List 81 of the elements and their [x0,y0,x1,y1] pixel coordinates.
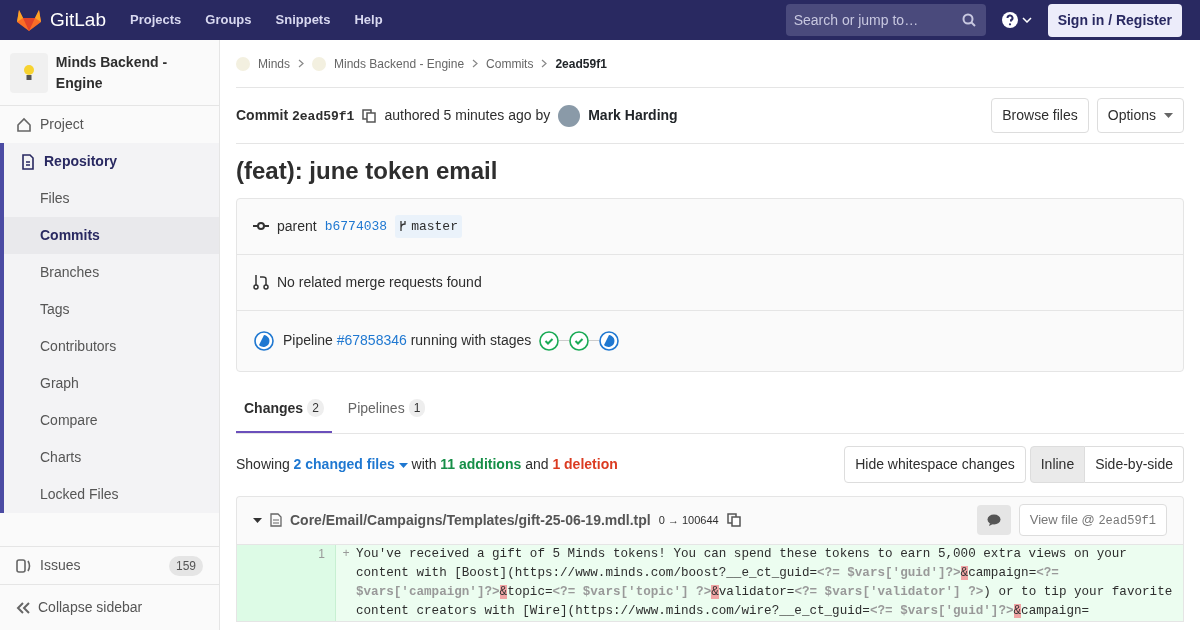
caret-icon [1164,113,1173,118]
file-icon [270,513,282,528]
breadcrumb-link[interactable]: Commits [486,54,534,73]
running-status-icon[interactable] [599,330,620,351]
file-mode-text: 0 → 100644 [658,513,719,529]
nav-link[interactable]: Groups [205,10,252,30]
pipeline-link[interactable]: #67858346 [336,332,407,349]
sidebar-item[interactable]: Issues 159 [0,547,219,584]
caret-icon[interactable] [253,517,262,523]
sidebar-subitem[interactable]: Branches [4,254,219,291]
caret-icon [398,463,408,469]
comment-button[interactable] [976,505,1011,536]
branch-badge[interactable]: master [395,214,462,239]
file-path-link[interactable]: Core/Email/Campaigns/Templates/gift-25-06-19.mdl.tpl [290,509,651,531]
breadcrumb-link[interactable]: Minds [258,54,290,73]
nav-link[interactable]: Snippets [275,10,331,30]
parent-commit-link[interactable]: b6774038 [324,216,388,237]
commit-label: Commit 2ead59f1 [236,105,355,126]
issue-count: 159 [168,555,203,576]
pipeline-text: Pipeline #67858346 running with stages [283,331,532,351]
tab[interactable]: Pipelines 1 [339,385,434,433]
sidebar-item[interactable]: Project [0,106,219,143]
sidebar-subitem[interactable]: Charts [4,439,219,476]
project-name[interactable]: Minds Backend - Engine [55,51,209,94]
success-status-icon[interactable] [539,330,560,351]
options-button[interactable]: Options [1096,98,1184,133]
tab-count: 1 [408,399,426,418]
browse-files-button[interactable]: Browse files [991,98,1089,133]
breadcrumb-link[interactable]: Minds Backend - Engine [334,54,465,73]
document-icon [20,153,36,170]
collapse-sidebar-link[interactable]: Collapse sidebar [0,584,219,630]
diff-marker: + [341,545,351,563]
running-status-icon[interactable] [253,329,275,352]
double-chevron-left-icon [16,601,30,614]
search-icon [961,13,976,27]
tab-count: 2 [307,399,324,418]
chevron-right-icon [298,59,304,68]
branch-icon [399,220,408,233]
changes-summary: Showing 2 changed files with 11 additions and 1 deletion [236,455,618,475]
author-link[interactable]: Mark Harding [588,105,678,126]
parent-label: parent [277,216,317,236]
sidebar-subitem[interactable]: Commits [4,217,219,254]
breadcrumb-link[interactable]: 2ead59f1 [555,54,607,73]
brand-name[interactable]: GitLab [50,5,106,35]
sign-in-button[interactable]: Sign in / Register [1047,3,1182,37]
help-dropdown[interactable] [1001,12,1032,28]
nav-link[interactable]: Help [354,10,383,30]
tab[interactable]: Changes 2 [236,385,332,433]
changed-files-dropdown[interactable]: 2 changed files [293,456,408,473]
nav-link[interactable]: Projects [130,10,182,30]
author-avatar [558,104,581,127]
comment-icon [986,514,1001,527]
sidebar-subitem[interactable]: Locked Files [4,476,219,513]
sidebar-subitem[interactable]: Tags [4,291,219,328]
view-button[interactable]: Hide whitespace changes [844,446,1026,484]
sidebar-subitem[interactable]: Compare [4,402,219,439]
view-file-button[interactable]: View file @ 2ead59f1 [1018,504,1167,537]
commit-icon [253,221,269,232]
authored-text: authored 5 minutes ago by [384,106,551,125]
merge-request-icon [253,274,269,291]
chevron-down-icon [1021,17,1032,23]
copy-icon[interactable] [726,513,741,528]
search-field[interactable]: Search or jump to… [785,4,986,36]
commit-title: (feat): june token email [236,156,499,186]
sidebar-subitem[interactable]: Graph [4,365,219,402]
view-button[interactable]: Inline [1029,446,1086,484]
help-icon [1001,12,1018,28]
line-number: 1 [287,544,336,621]
merge-requests-text: No related merge requests found [277,272,482,292]
success-status-icon[interactable] [569,330,590,351]
lightbulb-icon [22,63,35,82]
home-icon [16,116,32,133]
chevron-right-icon [472,59,479,68]
view-button[interactable]: Side-by-side [1085,446,1184,484]
chevron-right-icon [541,59,548,68]
fox-logo-icon[interactable] [16,8,42,32]
sidebar-subitem[interactable]: Contributors [4,328,219,365]
issues-icon [16,557,32,574]
sidebar-item[interactable]: Repository [4,143,219,180]
sidebar-subitem[interactable]: Files [4,180,219,217]
copy-icon[interactable] [362,108,377,123]
